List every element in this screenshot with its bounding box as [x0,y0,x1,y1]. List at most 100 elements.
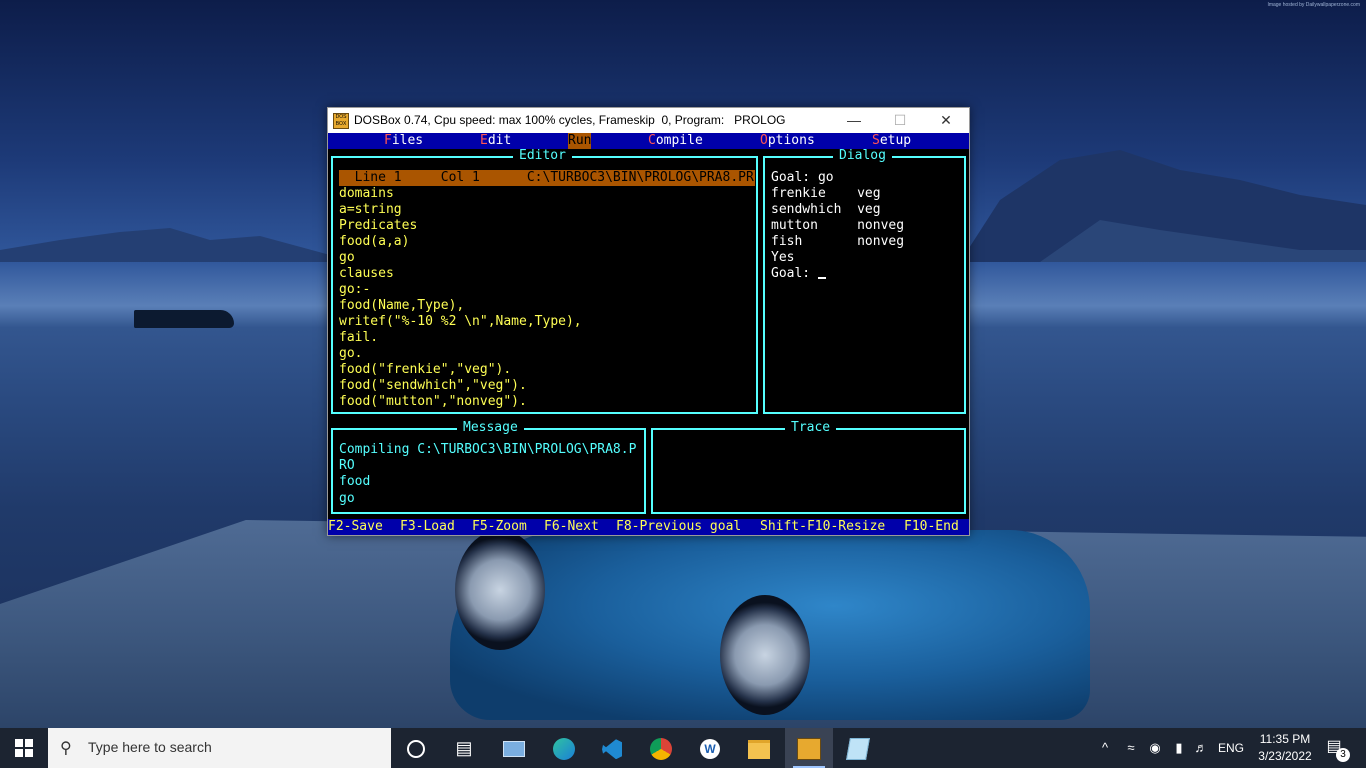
dialog-line: fish nonveg [771,234,905,249]
menu-edit-label: dit [487,133,512,148]
show-hidden-icons-button[interactable]: ^ [1094,728,1116,768]
fkey-previous-goal[interactable]: F8-Previous goal [616,519,741,535]
vscode-icon [602,739,622,760]
menu-files-hotkey: F [384,133,392,148]
message-line: Compiling C:\TURBOC3\BIN\PROLOG\PRA8.P [339,442,637,457]
menu-setup[interactable]: Setup [872,133,911,149]
notepad-icon [846,738,870,761]
menu-edit[interactable]: Edit [480,133,511,149]
taskbar-app-edge[interactable] [540,728,588,768]
dosbox-window[interactable]: DOS BOX DOSBox 0.74, Cpu speed: max 100%… [327,107,970,536]
clock-time: 11:35 PM [1259,732,1311,746]
fkey-zoom[interactable]: F5-Zoom [472,519,527,535]
editor-line: food("mutton","nonveg"). [339,394,527,409]
dialog-line: Yes [771,250,795,265]
message-panel[interactable]: Message Compiling C:\TURBOC3\BIN\PROLOG\… [331,421,646,514]
search-box[interactable]: ⚲ Type here to search [48,728,391,768]
edge-icon [553,738,575,761]
menu-run-label: un [575,133,592,148]
taskbar-app-laptop[interactable] [490,728,538,768]
menu-setup-label: etup [879,133,912,148]
task-view-icon: ▤ [455,738,473,758]
menu-compile-hotkey: C [648,133,656,148]
dialog-title: Dialog [833,149,892,163]
menu-run[interactable]: Run [568,133,592,149]
fkey-next[interactable]: F6-Next [544,519,599,535]
fkey-end[interactable]: F10-End [904,519,959,535]
laptop-icon [503,741,525,758]
taskbar-app-chrome[interactable] [637,728,685,768]
menu-options-label: ptions [767,133,815,148]
taskbar-app-notepad[interactable] [834,728,882,768]
window-titlebar[interactable]: DOS BOX DOSBox 0.74, Cpu speed: max 100%… [328,108,969,133]
editor-line: writef("%-10 %2 \n",Name,Type), [339,314,582,329]
editor-line: a=string [339,202,402,217]
dosbox-icon [797,738,821,761]
battery-icon[interactable]: ▮ [1168,728,1190,768]
fkey-resize[interactable]: Shift-F10-Resize [760,519,885,535]
minimize-button[interactable]: — [831,108,877,133]
car-wheel [455,530,545,650]
taskbar-app-file-explorer[interactable] [735,728,783,768]
menu-compile[interactable]: Compile [648,133,703,149]
wallpaper-watermark: Image hosted by Dailywallpaperzone.com [1267,2,1360,8]
windows-logo-icon [15,739,33,757]
windows-taskbar: ⚲ Type here to search ▤ W ^ ≈ ◉ ▮ ♬ ENG … [0,728,1366,768]
taskbar-app-word[interactable]: W [686,728,734,768]
editor-line: food(a,a) [339,234,410,249]
dialog-line: mutton nonveg [771,218,905,233]
dosbox-app-icon: DOS BOX [333,113,349,129]
window-title: DOSBox 0.74, Cpu speed: max 100% cycles,… [354,113,786,127]
cortana-circle-icon [407,740,425,759]
clock-date: 3/23/2022 [1258,749,1312,763]
search-icon: ⚲ [60,740,72,757]
dialog-goal-label: Goal: [771,266,818,281]
text-cursor [817,277,826,279]
notification-center-button[interactable]: ▤ 3 [1322,736,1350,762]
volume-icon[interactable]: ♬ [1190,728,1212,768]
prolog-menubar: Files Edit Run Compile Options Setup [328,133,969,149]
maximize-button[interactable]: ☐ [877,108,923,133]
editor-line: go. [339,346,363,361]
editor-line: Predicates [339,218,418,233]
dialog-line: Goal: go [771,170,834,185]
editor-line: food("frenkie","veg"). [339,362,512,377]
search-placeholder: Type here to search [88,739,212,755]
message-title: Message [457,421,524,435]
task-view-button[interactable]: ▤ [440,728,488,768]
dialog-goal-prompt[interactable]: Goal: [771,266,826,282]
folder-icon [748,739,770,759]
menu-files[interactable]: Files [384,133,423,149]
editor-status-line: Line 1 Col 1 C:\TURBOC3\BIN\PROLOG\PRA8.… [339,170,755,186]
editor-line: food(Name,Type), [339,298,465,313]
editor-line: go [339,250,355,265]
editor-line: go:- [339,282,371,297]
menu-options[interactable]: Options [760,133,815,149]
car-wheel [720,595,810,715]
message-line: go [339,491,355,506]
meet-now-icon[interactable]: ◉ [1144,728,1166,768]
cortana-button[interactable] [392,728,440,768]
editor-panel[interactable]: Editor Line 1 Col 1 C:\TURBOC3\BIN\PROLO… [331,149,758,414]
boat [134,310,234,328]
dialog-panel[interactable]: Dialog Goal: go frenkie veg sendwhich ve… [763,149,966,414]
fkey-save[interactable]: F2-Save [328,519,383,535]
fkey-load[interactable]: F3-Load [400,519,455,535]
network-icon[interactable]: ≈ [1120,728,1142,768]
start-button[interactable] [0,728,48,768]
taskbar-app-dosbox[interactable] [785,728,833,768]
dos-screen[interactable]: Files Edit Run Compile Options Setup Edi… [328,133,969,535]
message-line: food [339,474,371,489]
dialog-line: frenkie veg [771,186,881,201]
taskbar-app-vscode[interactable] [588,728,636,768]
clock[interactable]: 11:35 PM 3/23/2022 [1250,731,1320,765]
editor-line: domains [339,186,394,201]
menu-run-hotkey: R [568,133,576,148]
function-key-bar: F2-Save F3-Load F5-Zoom F6-Next F8-Previ… [328,519,969,535]
language-indicator[interactable]: ENG [1214,728,1248,768]
trace-panel[interactable]: Trace [651,421,966,514]
close-button[interactable]: ✕ [923,108,969,133]
editor-title: Editor [513,149,572,163]
message-line: RO [339,458,355,473]
menu-setup-hotkey: S [872,133,880,148]
